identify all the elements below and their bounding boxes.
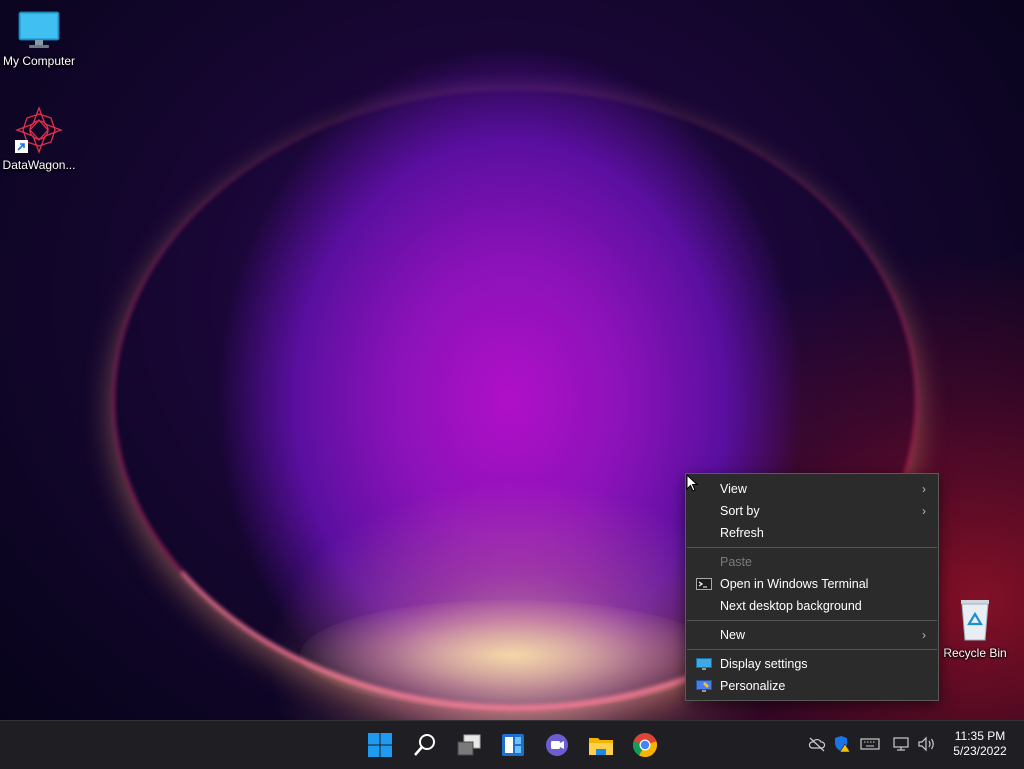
- menu-separator: [687, 620, 937, 621]
- keyboard-icon[interactable]: [860, 737, 880, 751]
- menu-item-label: Personalize: [720, 679, 786, 693]
- desktop-icon-label: My Computer: [2, 54, 76, 68]
- menu-item-personalize[interactable]: Personalize: [686, 675, 938, 697]
- onedrive-offline-icon[interactable]: [808, 736, 826, 752]
- search-icon[interactable]: [411, 731, 439, 759]
- menu-item-view[interactable]: View ›: [686, 478, 938, 500]
- menu-separator: [687, 649, 937, 650]
- network-icon[interactable]: [892, 735, 910, 753]
- volume-icon[interactable]: [917, 735, 937, 753]
- personalize-icon: [696, 680, 712, 692]
- start-icon[interactable]: [366, 731, 394, 759]
- file-explorer-icon[interactable]: [587, 731, 615, 759]
- desktop-icon-my-computer[interactable]: My Computer: [0, 10, 78, 68]
- desktop-icon-label: DataWagon...: [2, 158, 76, 172]
- monitor-icon: [18, 11, 60, 48]
- menu-item-label: Paste: [720, 555, 752, 569]
- menu-item-label: New: [720, 628, 746, 642]
- mouse-cursor-icon: [686, 474, 698, 492]
- menu-item-sort-by[interactable]: Sort by ›: [686, 500, 938, 522]
- menu-separator: [687, 547, 937, 548]
- clock-time: 11:35 PM: [954, 729, 1006, 743]
- chrome-icon[interactable]: [631, 731, 659, 759]
- taskbar: 11:35 PM 5/23/2022: [0, 720, 1024, 769]
- desktop-context-menu: View › Sort by › Refresh Paste Open in W…: [685, 473, 939, 701]
- security-warning-icon[interactable]: [833, 735, 851, 753]
- menu-item-open-terminal[interactable]: Open in Windows Terminal: [686, 573, 938, 595]
- chevron-right-icon: ›: [922, 628, 926, 642]
- menu-item-new[interactable]: New ›: [686, 624, 938, 646]
- menu-item-label: Display settings: [720, 657, 808, 671]
- menu-item-label: View: [720, 482, 747, 496]
- desktop-icon-label: Recycle Bin: [943, 646, 1007, 660]
- chat-icon[interactable]: [543, 731, 571, 759]
- terminal-icon: [696, 578, 712, 590]
- menu-item-refresh[interactable]: Refresh: [686, 522, 938, 544]
- menu-item-display-settings[interactable]: Display settings: [686, 653, 938, 675]
- widgets-icon[interactable]: [499, 731, 527, 759]
- datawagon-icon: [15, 106, 63, 154]
- menu-item-label: Next desktop background: [720, 599, 862, 613]
- menu-item-next-background[interactable]: Next desktop background: [686, 595, 938, 617]
- menu-item-label: Open in Windows Terminal: [720, 577, 869, 591]
- desktop-icon-datawagon[interactable]: DataWagon...: [0, 106, 78, 172]
- chevron-right-icon: ›: [922, 482, 926, 496]
- wallpaper-glow: [300, 600, 720, 710]
- menu-item-label: Sort by: [720, 504, 760, 518]
- clock-date: 5/23/2022: [953, 744, 1007, 758]
- chevron-right-icon: ›: [922, 504, 926, 518]
- task-view-icon[interactable]: [455, 731, 483, 759]
- menu-item-paste: Paste: [686, 551, 938, 573]
- recycle-bin-icon: [961, 600, 989, 641]
- menu-item-label: Refresh: [720, 526, 764, 540]
- display-settings-icon: [696, 658, 712, 670]
- taskbar-clock[interactable]: 11:35 PM 5/23/2022: [942, 729, 1018, 759]
- desktop-icon-recycle-bin[interactable]: Recycle Bin: [936, 596, 1014, 660]
